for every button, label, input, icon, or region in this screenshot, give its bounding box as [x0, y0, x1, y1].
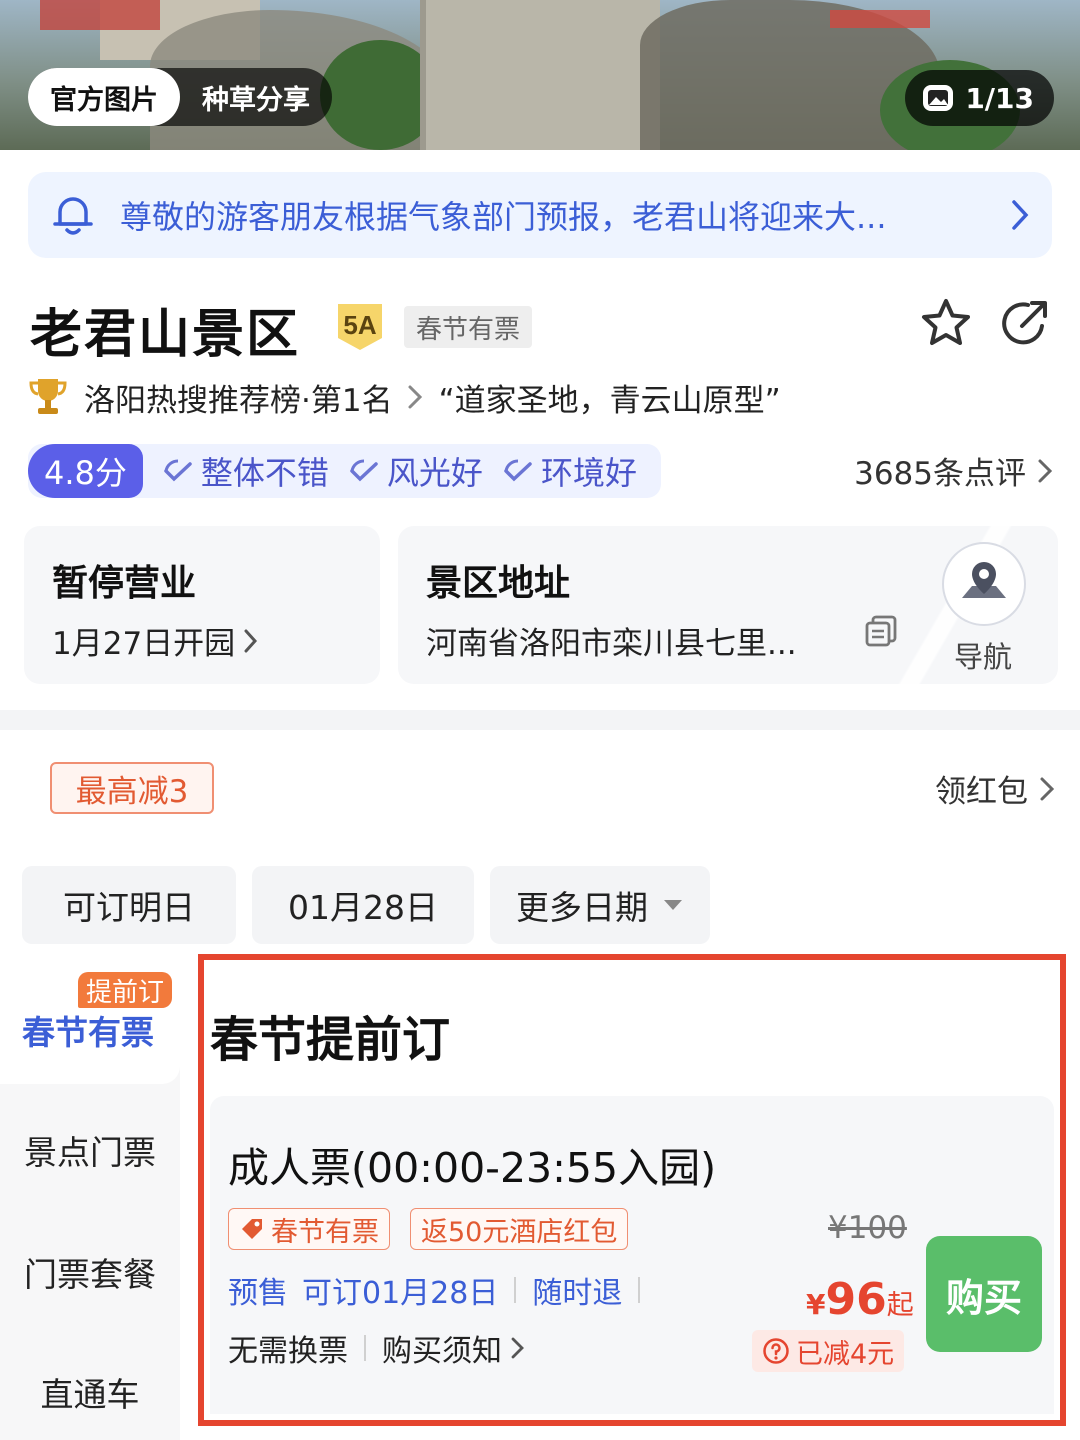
rating-tag-label: 风光好	[386, 454, 483, 492]
photo-lanterns	[830, 10, 930, 28]
advance-booking-flag: 提前订	[78, 972, 173, 1008]
check-icon	[350, 459, 378, 482]
ticket-name: 成人票(00:00-23:55入园)	[228, 1144, 717, 1192]
chevron-right-icon	[1040, 777, 1055, 800]
opening-hours-card[interactable]: 暂停营业 1月27日开园	[24, 526, 380, 684]
sidebar-item-spring-festival[interactable]: 提前订 春节有票	[0, 964, 180, 1084]
photo-tabs: 官方图片 种草分享	[28, 68, 332, 126]
price-suffix: 起	[886, 1290, 914, 1321]
discount-applied-text: 已减4元	[796, 1338, 895, 1370]
caret-down-icon	[664, 900, 682, 910]
rating-row[interactable]: 4.8分 整体不错 风光好 环境好	[28, 444, 661, 498]
currency-symbol: ¥	[806, 1288, 826, 1321]
discount-tag[interactable]: 最高减3	[50, 762, 214, 814]
red-packet-label: 领红包	[935, 774, 1028, 810]
bell-icon	[53, 197, 93, 235]
festival-ticket-tag-label: 春节有票	[271, 1216, 379, 1248]
panel-title: 春节提前订	[210, 1012, 451, 1068]
rating-tag: 环境好	[503, 448, 637, 494]
weather-notice-banner[interactable]: 尊敬的游客朋友根据气象部门预报，老君山将迎来大...	[28, 172, 1052, 258]
photo-lanterns	[40, 0, 160, 30]
date-chip-0128[interactable]: 01月28日	[252, 866, 474, 944]
address-card[interactable]: 景区地址 河南省洛阳市栾川县七里... 导航	[398, 526, 1058, 684]
opening-status: 暂停营业	[52, 563, 197, 604]
rating-tag-label: 整体不错	[200, 454, 329, 492]
chevron-right-icon	[1012, 200, 1029, 230]
map-pin-icon	[962, 562, 1006, 598]
level-5a-text: 5A	[343, 310, 376, 340]
chevron-right-icon	[511, 1337, 524, 1359]
sale-price: ¥ 96 起	[806, 1274, 914, 1325]
review-count: 3685条点评	[854, 456, 1026, 492]
photo-counter-text: 1/13	[965, 81, 1034, 115]
chevron-right-icon	[244, 629, 258, 652]
sidebar-item-shuttle[interactable]: 直通车	[0, 1368, 180, 1416]
no-exchange-label: 无需换票	[228, 1334, 348, 1369]
ticket-product-card[interactable]: 成人票(00:00-23:55入园) 春节有票 返50元酒店红包 预售 可订01…	[210, 1096, 1054, 1414]
rating-tag-label: 环境好	[540, 454, 637, 492]
reviews-link[interactable]: 3685条点评	[854, 448, 1054, 493]
question-circle-icon	[763, 1338, 789, 1364]
original-price: ¥100	[828, 1210, 907, 1246]
check-icon	[504, 459, 532, 482]
photo-counter[interactable]: 1/13	[905, 70, 1054, 126]
check-icon	[164, 459, 192, 482]
level-5a-badge: 5A	[338, 304, 382, 350]
gallery-icon	[923, 85, 954, 111]
date-chip-tomorrow[interactable]: 可订明日	[22, 866, 236, 944]
address-text: 河南省洛阳市栾川县七里...	[426, 626, 797, 662]
hero-photo[interactable]: 官方图片 种草分享 1/13	[0, 0, 1080, 150]
festival-ticket-tag: 春节有票	[228, 1208, 390, 1250]
favorite-star-icon[interactable]	[918, 296, 974, 350]
sidebar-item-label: 春节有票	[22, 1013, 154, 1052]
chevron-right-icon	[408, 385, 422, 409]
sidebar-item-packages[interactable]: 门票套餐	[0, 1248, 180, 1296]
ranking-text: 洛阳热搜推荐榜·第1名	[84, 382, 393, 419]
more-dates-label: 更多日期	[516, 888, 648, 927]
red-packet-link[interactable]: 领红包	[935, 766, 1056, 811]
discount-applied-badge[interactable]: 已减4元	[752, 1330, 905, 1372]
reopen-date-row: 1月27日开园	[52, 618, 352, 663]
attraction-title: 老君山景区	[30, 305, 301, 365]
spring-booking-panel: 春节提前订 成人票(00:00-23:55入园) 春节有票 返50元酒店红包 预…	[198, 954, 1066, 1426]
bookable-date: 可订01月28日	[302, 1276, 499, 1311]
presale-label: 预售	[228, 1276, 288, 1311]
rating-tag: 整体不错	[163, 448, 329, 494]
tab-official-photos[interactable]: 官方图片	[28, 68, 180, 126]
trophy-icon	[29, 379, 67, 414]
copy-icon[interactable]	[864, 614, 898, 648]
rating-tag: 风光好	[349, 448, 483, 494]
tab-user-share[interactable]: 种草分享	[180, 68, 332, 126]
hotel-coupon-tag: 返50元酒店红包	[410, 1208, 629, 1250]
chevron-right-icon	[1038, 459, 1053, 482]
buy-button[interactable]: 购买	[926, 1236, 1042, 1352]
navigation-label: 导航	[954, 640, 1013, 674]
separator	[638, 1277, 641, 1303]
booking-info-line: 预售 可订01月28日 随时退	[228, 1268, 656, 1312]
ranking-row[interactable]: 洛阳热搜推荐榜·第1名 “道家圣地，青云山原型”	[26, 372, 781, 422]
section-divider	[0, 710, 1080, 730]
separator	[364, 1335, 366, 1361]
spring-festival-tag: 春节有票	[404, 306, 533, 348]
navigation-button[interactable]	[942, 542, 1026, 626]
reopen-date: 1月27日开园	[52, 626, 236, 662]
refund-policy: 随时退	[532, 1276, 623, 1311]
slogan-quote: “道家圣地，青云山原型”	[438, 382, 781, 419]
ticket-notes-line: 无需换票 购买须知	[228, 1326, 526, 1370]
rating-score: 4.8分	[28, 444, 143, 498]
price-value: 96	[825, 1274, 887, 1325]
sidebar-item-tickets[interactable]: 景点门票	[0, 1126, 180, 1174]
separator	[514, 1277, 517, 1303]
purchase-notice-link[interactable]: 购买须知	[382, 1326, 502, 1370]
category-sidebar: 提前订 春节有票 景点门票 门票套餐 直通车	[0, 964, 180, 1440]
share-icon[interactable]	[998, 296, 1052, 350]
photo-temple	[420, 0, 660, 150]
tag-icon	[242, 1219, 262, 1239]
notice-text: 尊敬的游客朋友根据气象部门预报，老君山将迎来大...	[120, 198, 887, 236]
more-dates-dropdown[interactable]: 更多日期	[490, 866, 710, 944]
rating-summary: 4.8分 整体不错 风光好 环境好	[28, 444, 661, 498]
